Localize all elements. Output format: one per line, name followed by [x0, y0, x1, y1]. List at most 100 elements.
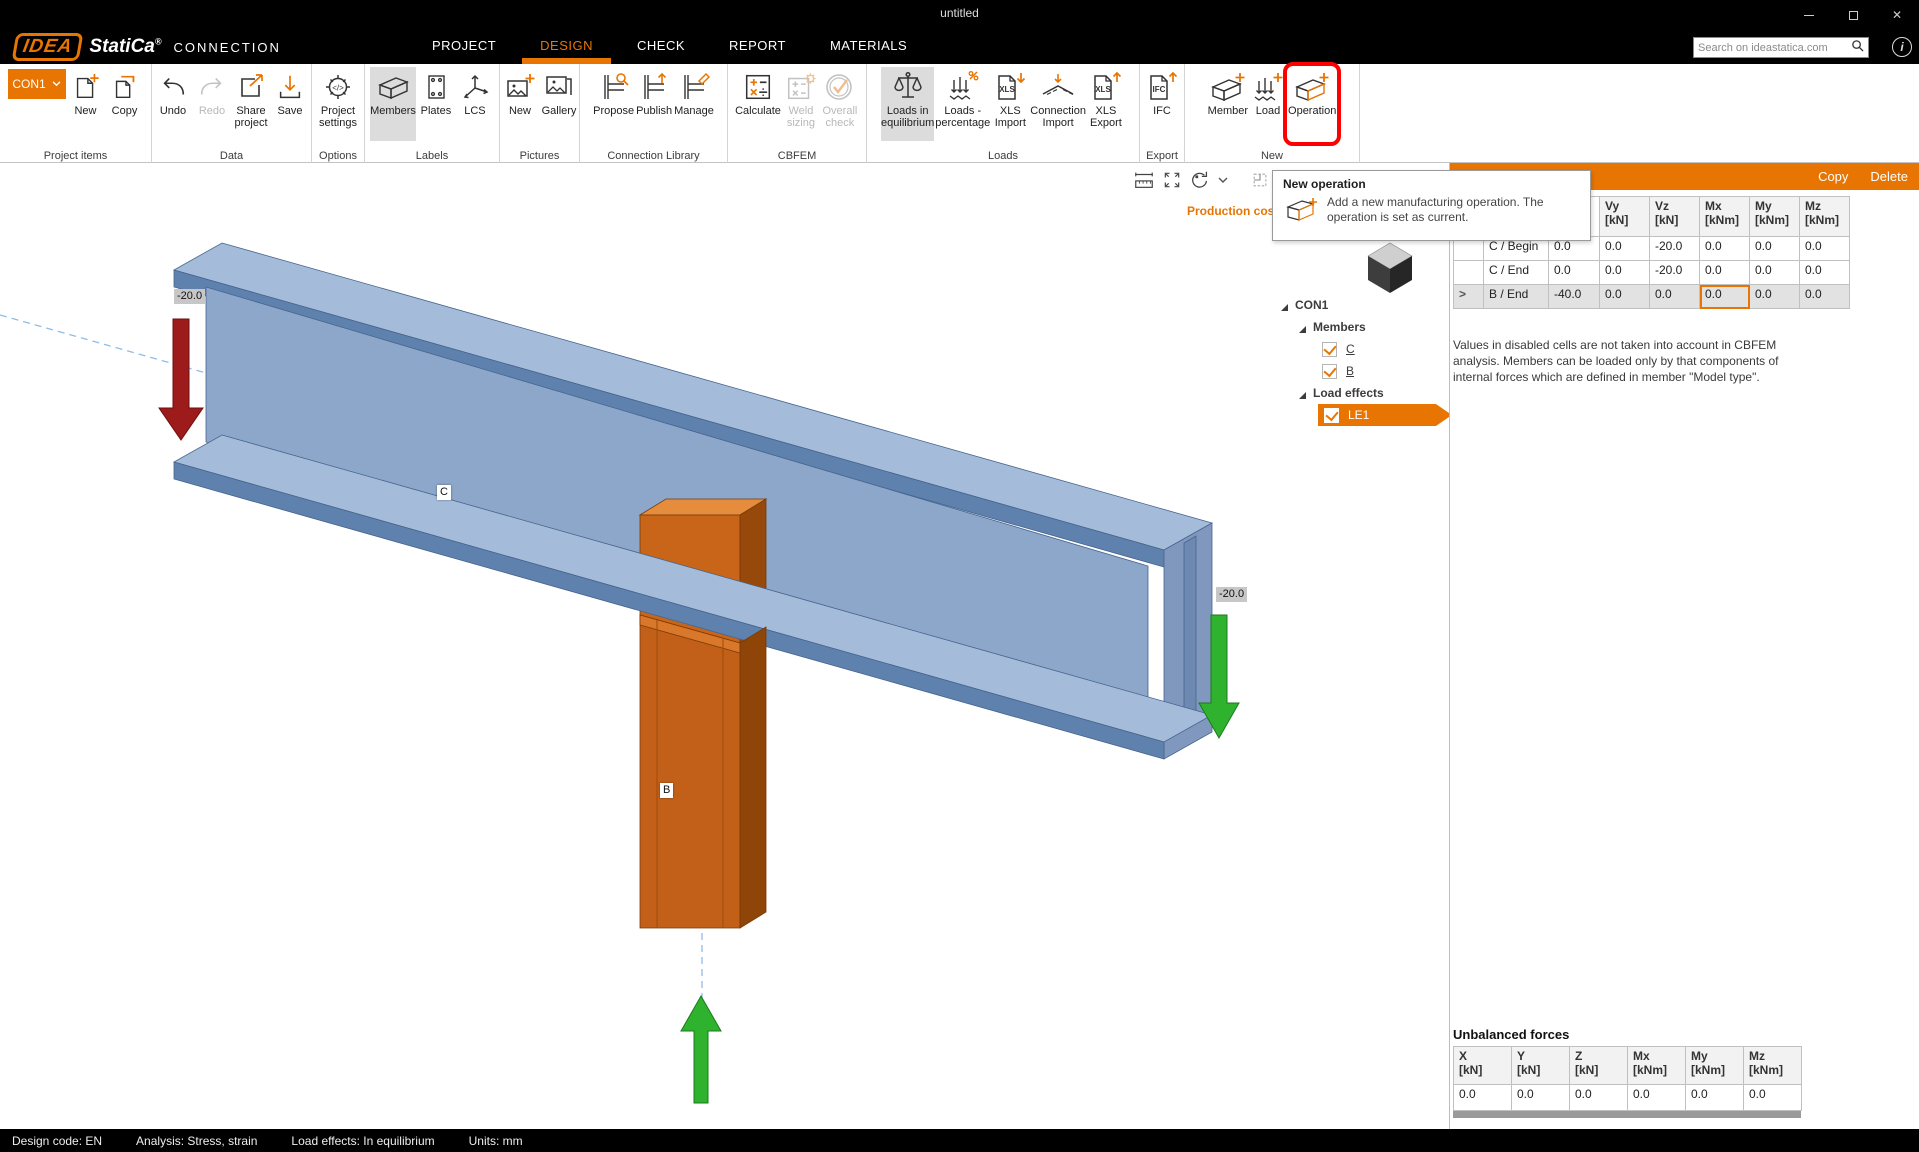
calc-gear-icon	[784, 69, 818, 105]
tab-check[interactable]: CHECK	[615, 30, 707, 64]
ribbon-button-copy[interactable]: Copy	[106, 67, 144, 141]
chevron-down-icon[interactable]	[1216, 168, 1230, 192]
table-cell[interactable]: 0.0	[1750, 285, 1800, 309]
table-cell[interactable]: -20.0	[1650, 261, 1700, 285]
tab-design[interactable]: DESIGN	[518, 30, 615, 64]
tab-report[interactable]: REPORT	[707, 30, 808, 64]
table-cell[interactable]: 0.0	[1750, 237, 1800, 261]
ribbon-group-connection-library: ProposePublishManage Connection Library	[580, 64, 728, 163]
selected-load-effect-banner[interactable]: LE1	[1318, 404, 1449, 426]
tree-node-load-effect-le1[interactable]: LE1	[1272, 404, 1449, 426]
expander-icon[interactable]	[1298, 323, 1306, 331]
ribbon-button-loads-percentage[interactable]: Loads - percentage	[935, 67, 990, 141]
ribbon-button-connection-import[interactable]: Connection Import	[1030, 67, 1086, 141]
table-cell[interactable]: 0.0	[1700, 261, 1750, 285]
ribbon-group-label: Pictures	[500, 150, 579, 162]
table-cell[interactable]: 0.0	[1800, 261, 1850, 285]
connection-selector-dropdown[interactable]: CON1	[8, 69, 66, 99]
ribbon-button-members[interactable]: Members	[370, 67, 416, 141]
ribbon-button-operation[interactable]: Operation	[1288, 67, 1336, 141]
tree-node-member-b[interactable]: B	[1272, 360, 1449, 382]
ribbon-button-new[interactable]: New	[501, 67, 539, 141]
table-cell[interactable]: 0.0	[1650, 285, 1700, 309]
ribbon-button-calculate[interactable]: Calculate	[735, 67, 781, 141]
table-cell[interactable]: 0.0	[1549, 261, 1600, 285]
maximize-button[interactable]	[1831, 0, 1875, 30]
tree-node-members[interactable]: Members	[1272, 316, 1449, 338]
table-cell[interactable]: 0.0	[1600, 237, 1650, 261]
checkbox-checked[interactable]	[1322, 364, 1337, 379]
3d-viewport[interactable]: -20.0 -20.0 C B Production cos	[0, 163, 1449, 1129]
gear-code-icon: </>	[321, 69, 355, 105]
search-icon[interactable]	[1851, 39, 1864, 57]
ribbon-button-propose[interactable]: Propose	[593, 67, 634, 141]
ribbon-button-new[interactable]: New	[67, 67, 105, 141]
close-button[interactable]: ✕	[1875, 0, 1919, 30]
ribbon-group-pictures: NewGallery Pictures	[500, 64, 580, 163]
ribbon-button-undo[interactable]: Undo	[154, 67, 192, 141]
measure-icon[interactable]	[1132, 168, 1156, 192]
checkbox-checked[interactable]	[1324, 408, 1339, 423]
ribbon-button-share-project[interactable]: Share project	[232, 67, 270, 141]
info-icon[interactable]: i	[1892, 37, 1912, 57]
copy-button[interactable]: Copy	[1818, 169, 1848, 184]
minimize-button[interactable]	[1787, 0, 1831, 30]
expander-icon[interactable]	[1280, 301, 1288, 309]
ribbon-button-redo: Redo	[193, 67, 231, 141]
unbalanced-header-mz: Mz[kNm]	[1744, 1047, 1802, 1085]
table-cell[interactable]: 0.0	[1800, 237, 1850, 261]
table-cell[interactable]: 0.0	[1700, 237, 1750, 261]
section-view-icon[interactable]	[1248, 168, 1272, 192]
table-cell[interactable]: -20.0	[1650, 237, 1700, 261]
checkbox-checked[interactable]	[1322, 342, 1337, 357]
table-row-b-end[interactable]: >B / End-40.00.00.00.00.00.0	[1454, 285, 1850, 309]
tree-node-con1[interactable]: CON1	[1272, 294, 1449, 316]
unbalanced-value: 0.0	[1512, 1085, 1570, 1111]
ribbon-button-publish[interactable]: Publish	[635, 67, 673, 141]
ribbon-button-plates[interactable]: Plates	[417, 67, 455, 141]
tree-member-label[interactable]: C	[1346, 342, 1355, 356]
tree-node-load-effects[interactable]: Load effects	[1272, 382, 1449, 404]
expander-icon[interactable]	[1298, 389, 1306, 397]
search-input[interactable]	[1694, 42, 1851, 54]
unbalanced-value: 0.0	[1744, 1085, 1802, 1111]
table-cell[interactable]: 0.0	[1750, 261, 1800, 285]
unbalanced-forces-title: Unbalanced forces	[1453, 1027, 1802, 1042]
box-plus-icon	[1209, 69, 1247, 105]
ribbon-group-label: Export	[1140, 150, 1184, 162]
ribbon-button-label: Redo	[199, 105, 225, 117]
table-cell[interactable]: 0.0	[1800, 285, 1850, 309]
tree-member-label[interactable]: B	[1346, 364, 1354, 378]
ribbon-button-label: Project settings	[319, 105, 357, 129]
ribbon-group-label: Connection Library	[580, 150, 727, 162]
ribbon-button-load[interactable]: Load	[1249, 67, 1287, 141]
tree-node-member-c[interactable]: C	[1272, 338, 1449, 360]
minimize-icon	[1804, 15, 1814, 16]
column-header-vz: Vz[kN]	[1650, 197, 1700, 237]
column-member-b[interactable]	[640, 615, 766, 928]
column-header-my: My[kNm]	[1750, 197, 1800, 237]
ribbon-button-xls-export[interactable]: XLSXLS Export	[1087, 67, 1125, 141]
tab-materials[interactable]: MATERIALS	[808, 30, 929, 64]
ribbon-button-member[interactable]: Member	[1208, 67, 1248, 141]
rotate-view-icon[interactable]	[1188, 168, 1212, 192]
table-cell[interactable]: 0.0	[1600, 261, 1650, 285]
ribbon-button-xls-import[interactable]: XLSXLS Import	[991, 67, 1029, 141]
fit-view-icon[interactable]	[1160, 168, 1184, 192]
ribbon-button-ifc[interactable]: IFCIFC	[1143, 67, 1181, 141]
table-cell[interactable]: 0.0	[1700, 285, 1750, 309]
tab-project[interactable]: PROJECT	[410, 30, 518, 64]
ribbon-button-save[interactable]: Save	[271, 67, 309, 141]
ribbon-button-manage[interactable]: Manage	[674, 67, 714, 141]
ribbon-button-loads-in-equilibrium[interactable]: Loads in equilibrium	[881, 67, 934, 141]
table-cell[interactable]: 0.0	[1600, 285, 1650, 309]
delete-button[interactable]: Delete	[1870, 169, 1908, 184]
table-cell[interactable]: -40.0	[1549, 285, 1600, 309]
navigation-cube[interactable]	[1368, 243, 1412, 293]
ribbon-button-lcs[interactable]: LCS	[456, 67, 494, 141]
ribbon-button-gallery[interactable]: Gallery	[540, 67, 578, 141]
search-box[interactable]	[1693, 37, 1869, 58]
ribbon-button-project-settings[interactable]: </>Project settings	[319, 67, 357, 141]
table-row-c-end[interactable]: C / End0.00.0-20.00.00.00.0	[1454, 261, 1850, 285]
load-plus-icon	[1251, 69, 1285, 105]
